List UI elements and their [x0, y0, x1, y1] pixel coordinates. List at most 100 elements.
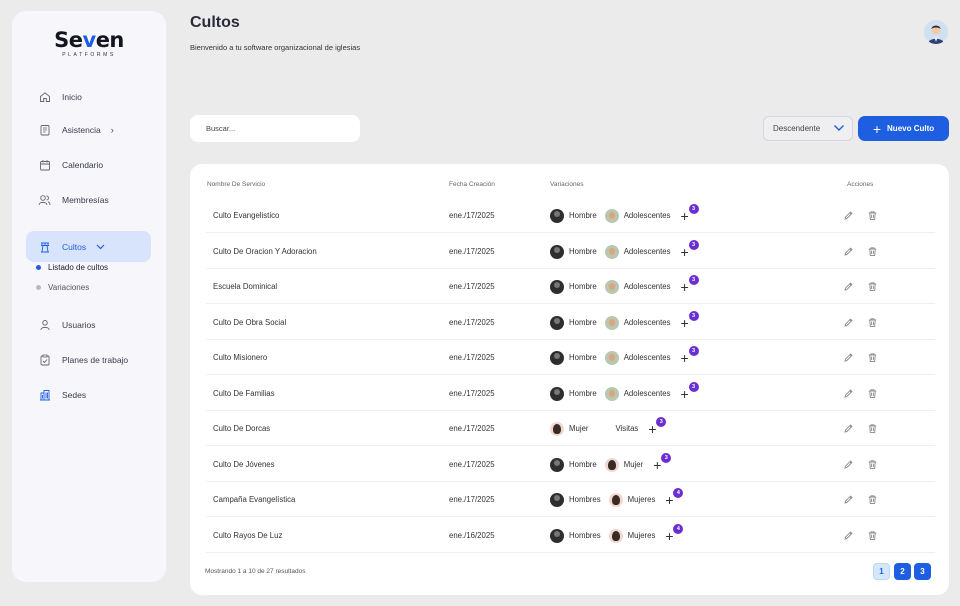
- variation-chip: Hombre: [550, 208, 597, 223]
- sidebar-item-sedes[interactable]: Sedes: [26, 380, 151, 410]
- plus-icon: +: [648, 420, 657, 437]
- actions-cell: [842, 306, 890, 339]
- table-row[interactable]: Culto De Oracion Y Adoracion ene./17/2025…: [206, 235, 935, 268]
- table-row[interactable]: Culto Misionero ene./17/2025 Hombre Adolesc…: [206, 341, 935, 374]
- table-row[interactable]: Culto De Familias ene./17/2025 Hombre Adole…: [206, 377, 935, 410]
- edit-icon[interactable]: [842, 423, 854, 435]
- variation-count-badge: 3: [661, 452, 672, 463]
- variation-count-badge: 3: [688, 310, 699, 321]
- edit-icon[interactable]: [842, 281, 854, 293]
- edit-icon[interactable]: [842, 352, 854, 364]
- search-input[interactable]: [190, 115, 360, 142]
- variation-chip: Adolescentes: [604, 208, 671, 223]
- sidebar-item-planes-de-trabajo[interactable]: Planes de trabajo: [26, 345, 151, 375]
- more-variations-button[interactable]: +3: [681, 310, 699, 330]
- dot-icon: [36, 285, 41, 290]
- brand-name-v: v: [82, 28, 96, 52]
- variation-count-badge: 3: [688, 274, 699, 285]
- creation-date: ene./17/2025: [449, 211, 495, 220]
- variation-chip: Adolescentes: [604, 315, 671, 330]
- trash-icon[interactable]: [866, 317, 878, 329]
- more-variations-button[interactable]: +3: [681, 345, 699, 365]
- more-variations-button[interactable]: +3: [681, 381, 699, 401]
- variation-avatar: [608, 492, 623, 507]
- variation-avatar: [550, 386, 564, 401]
- variation-avatar: [608, 528, 623, 543]
- plus-icon: +: [872, 120, 882, 137]
- variation-avatar: [550, 528, 564, 543]
- sidebar-item-calendario[interactable]: Calendario: [26, 150, 151, 180]
- column-header-nombre[interactable]: Nombre De Servicio: [207, 181, 265, 188]
- brand-name-end: en: [95, 28, 125, 52]
- column-header-variaciones[interactable]: Variaciones: [550, 181, 583, 188]
- sidebar-item-inicio[interactable]: Inicio: [26, 82, 151, 112]
- trash-icon[interactable]: [866, 210, 878, 222]
- table-row[interactable]: Culto Rayos De Luz ene./16/2025 Hombres Muj…: [206, 519, 935, 552]
- table-row[interactable]: Culto De Dorcas ene./17/2025 Mujer Visitas +…: [206, 412, 935, 445]
- sidebar-item-cultos[interactable]: Cultos: [26, 231, 151, 262]
- sidebar-item-label: Asistencia: [62, 125, 101, 135]
- table-row[interactable]: Escuela Dominical ene./17/2025 Hombre Adole…: [206, 270, 935, 303]
- variation-label: Visitas: [615, 424, 639, 433]
- new-culto-button[interactable]: + Nuevo Culto: [858, 116, 949, 141]
- variation-count-badge: 3: [656, 416, 667, 427]
- more-variations-button[interactable]: +3: [648, 416, 667, 437]
- edit-icon[interactable]: [842, 530, 854, 542]
- variations-cell: Hombres Mujeres +4: [550, 519, 684, 552]
- variation-avatar: [604, 279, 619, 294]
- sidebar-item-usuarios[interactable]: Usuarios: [26, 310, 151, 340]
- edit-icon[interactable]: [842, 317, 854, 329]
- trash-icon[interactable]: [866, 388, 878, 400]
- table-row[interactable]: Culto De Obra Social ene./17/2025 Hombre Ad…: [206, 306, 935, 339]
- table-row[interactable]: Culto De Jóvenes ene./17/2025 Hombre Mujer +…: [206, 448, 935, 481]
- variation-label: Hombre: [569, 318, 597, 327]
- variation-chip: Mujer: [550, 421, 589, 436]
- variation-chip: Adolescentes: [604, 279, 671, 294]
- more-variations-button[interactable]: +4: [665, 523, 684, 543]
- edit-icon[interactable]: [842, 246, 854, 258]
- variation-avatar: [550, 244, 564, 259]
- trash-icon[interactable]: [866, 494, 878, 506]
- variation-label: Mujer: [623, 460, 644, 469]
- page-button-1[interactable]: 1: [873, 563, 890, 580]
- variations-cell: Hombre Adolescentes +3: [550, 377, 699, 410]
- user-avatar[interactable]: [924, 20, 948, 44]
- variation-label: Adolescentes: [623, 318, 671, 327]
- page-button-3[interactable]: 3: [914, 563, 931, 580]
- edit-icon[interactable]: [842, 388, 854, 400]
- subnav-listado-de-cultos[interactable]: Listado de cultos: [36, 263, 108, 272]
- table-row[interactable]: Campaña Evangelística ene./17/2025 Hombres…: [206, 483, 935, 516]
- user-icon: [38, 319, 51, 332]
- trash-icon[interactable]: [866, 281, 878, 293]
- edit-icon[interactable]: [842, 459, 854, 471]
- more-variations-button[interactable]: +4: [665, 487, 684, 507]
- column-header-fecha[interactable]: Fecha Creación: [449, 181, 495, 188]
- sidebar-item-asistencia[interactable]: Asistencia ›: [26, 115, 151, 145]
- church-icon: [38, 240, 51, 253]
- more-variations-button[interactable]: +3: [681, 203, 699, 223]
- variation-avatar: [550, 315, 564, 330]
- brand-logo[interactable]: Seven PLATFORMS: [12, 29, 166, 58]
- more-variations-button[interactable]: +3: [681, 239, 699, 259]
- variation-avatar: [604, 386, 619, 401]
- page-button-2[interactable]: 2: [894, 563, 911, 580]
- trash-icon[interactable]: [866, 459, 878, 471]
- trash-icon[interactable]: [866, 423, 878, 435]
- variation-avatar: [550, 208, 564, 223]
- edit-icon[interactable]: [842, 210, 854, 222]
- sort-select[interactable]: Descendente: [763, 116, 853, 141]
- variations-cell: Hombre Adolescentes +3: [550, 306, 699, 339]
- more-variations-button[interactable]: +3: [653, 452, 672, 472]
- table-row[interactable]: Culto Evangelistico ene./17/2025 Hombre Ado…: [206, 199, 935, 232]
- trash-icon[interactable]: [866, 530, 878, 542]
- chevron-down-icon: [833, 122, 845, 136]
- edit-icon[interactable]: [842, 494, 854, 506]
- more-variations-button[interactable]: +3: [681, 274, 699, 294]
- subnav-label: Variaciones: [48, 283, 90, 292]
- subnav-variaciones[interactable]: Variaciones: [36, 283, 89, 292]
- variation-label: Mujeres: [627, 495, 656, 504]
- trash-icon[interactable]: [866, 352, 878, 364]
- sidebar-item-membresias[interactable]: Membresías: [26, 185, 151, 215]
- page-title: Cultos: [190, 14, 240, 31]
- trash-icon[interactable]: [866, 246, 878, 258]
